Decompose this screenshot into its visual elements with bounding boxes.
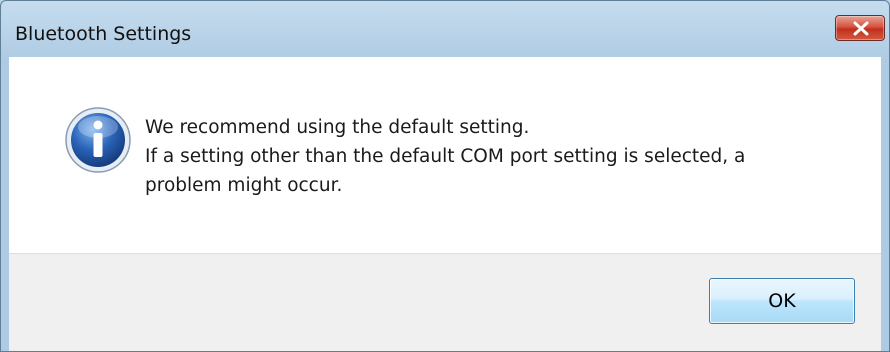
message-line: If a setting other than the default COM … (145, 146, 746, 167)
dialog-window: Bluetooth Settings We recommend using th… (0, 0, 890, 352)
close-icon (853, 21, 869, 36)
message-text: We recommend using the default setting. … (145, 113, 845, 200)
title-bar[interactable]: Bluetooth Settings (1, 1, 889, 49)
dialog-content: We recommend using the default setting. … (9, 57, 881, 253)
message-line: problem might occur. (145, 175, 343, 196)
ok-button[interactable]: OK (709, 278, 855, 324)
window-title: Bluetooth Settings (15, 23, 192, 45)
button-bar: OK (9, 253, 881, 351)
close-button[interactable] (835, 15, 885, 41)
message-line: We recommend using the default setting. (145, 117, 530, 138)
info-icon (65, 107, 131, 173)
